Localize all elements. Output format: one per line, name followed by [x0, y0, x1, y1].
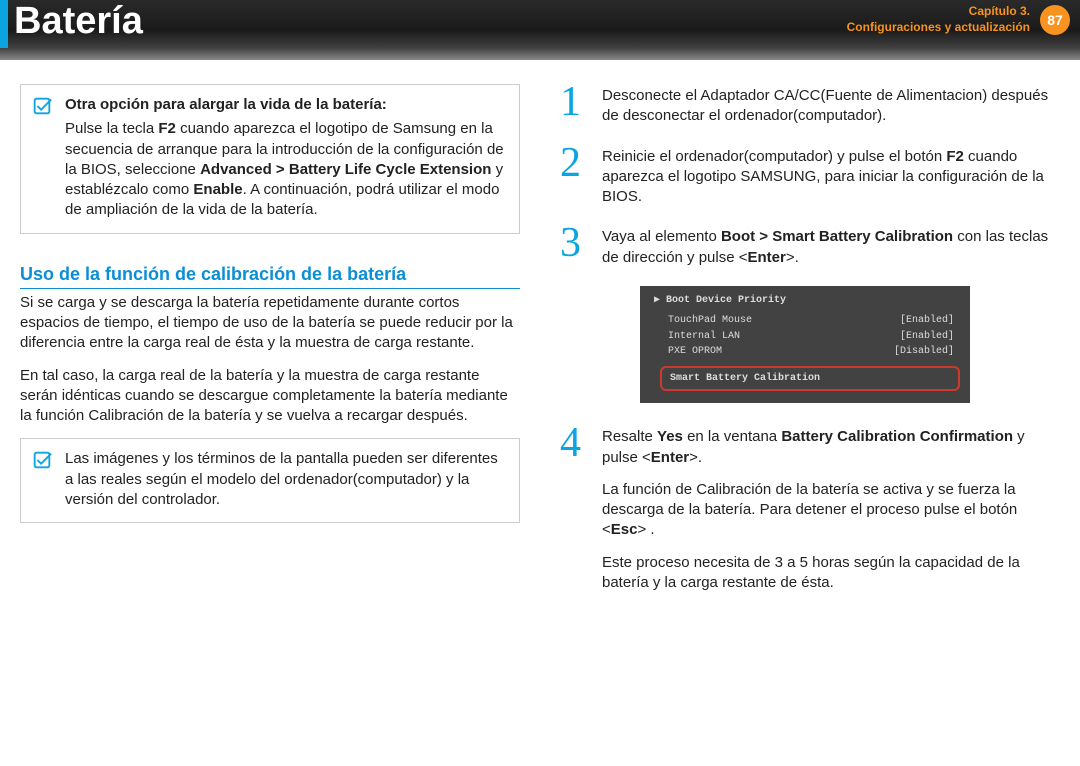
step-2: 2 Reinicie el ordenador(computador) y pu… — [560, 145, 1060, 208]
page-number-badge: 87 — [1040, 5, 1070, 35]
header-right: Capítulo 3. Configuraciones y actualizac… — [847, 4, 1070, 35]
step-4-body: Resalte Yes en la ventana Battery Calibr… — [602, 425, 1060, 605]
check-note-icon — [31, 95, 53, 117]
page-body: Otra opción para alargar la vida de la b… — [0, 60, 1080, 643]
right-column: 1 Desconecte el Adaptador CA/CC(Fuente d… — [560, 84, 1060, 623]
calibration-para-1: Si se carga y se descarga la batería rep… — [20, 293, 520, 354]
note2-text: Las imágenes y los términos de la pantal… — [65, 449, 505, 510]
step-3: 3 Vaya al elemento Boot > Smart Battery … — [560, 225, 1060, 268]
left-column: Otra opción para alargar la vida de la b… — [20, 84, 520, 623]
bios-row-lan: Internal LAN [Enabled] — [640, 329, 970, 345]
bios-smart-battery-highlight: Smart Battery Calibration — [660, 366, 960, 392]
calibration-para-2: En tal caso, la carga real de la batería… — [20, 366, 520, 427]
note-images-may-differ: Las imágenes y los términos de la pantal… — [20, 438, 520, 523]
chapter-line2: Configuraciones y actualización — [847, 20, 1030, 36]
section-heading-calibration: Uso de la función de calibración de la b… — [20, 262, 520, 289]
check-note-icon — [31, 449, 53, 471]
step-number: 3 — [560, 225, 590, 268]
bios-screenshot: ▶ Boot Device Priority TouchPad Mouse [E… — [640, 286, 970, 404]
page-header: Batería Capítulo 3. Configuraciones y ac… — [0, 0, 1080, 60]
note-extend-battery: Otra opción para alargar la vida de la b… — [20, 84, 520, 234]
step-number: 1 — [560, 84, 590, 127]
bios-header: ▶ Boot Device Priority — [640, 292, 970, 314]
step-1: 1 Desconecte el Adaptador CA/CC(Fuente d… — [560, 84, 1060, 127]
bios-row-touchpad: TouchPad Mouse [Enabled] — [640, 313, 970, 329]
bios-row-pxe: PXE OPROM [Disabled] — [640, 344, 970, 360]
page-title: Batería — [14, 0, 143, 43]
step-3-body: Vaya al elemento Boot > Smart Battery Ca… — [602, 225, 1060, 268]
step-4: 4 Resalte Yes en la ventana Battery Cali… — [560, 425, 1060, 605]
step-2-body: Reinicie el ordenador(computador) y puls… — [602, 145, 1060, 208]
step-1-body: Desconecte el Adaptador CA/CC(Fuente de … — [602, 84, 1060, 127]
note1-paragraph: Pulse la tecla F2 cuando aparezca el log… — [65, 119, 505, 220]
chapter-line1: Capítulo 3. — [847, 4, 1030, 20]
note1-title: Otra opción para alargar la vida de la b… — [65, 95, 505, 115]
step-number: 4 — [560, 425, 590, 605]
step-number: 2 — [560, 145, 590, 208]
accent-tab — [0, 0, 8, 48]
chapter-label: Capítulo 3. Configuraciones y actualizac… — [847, 4, 1030, 35]
